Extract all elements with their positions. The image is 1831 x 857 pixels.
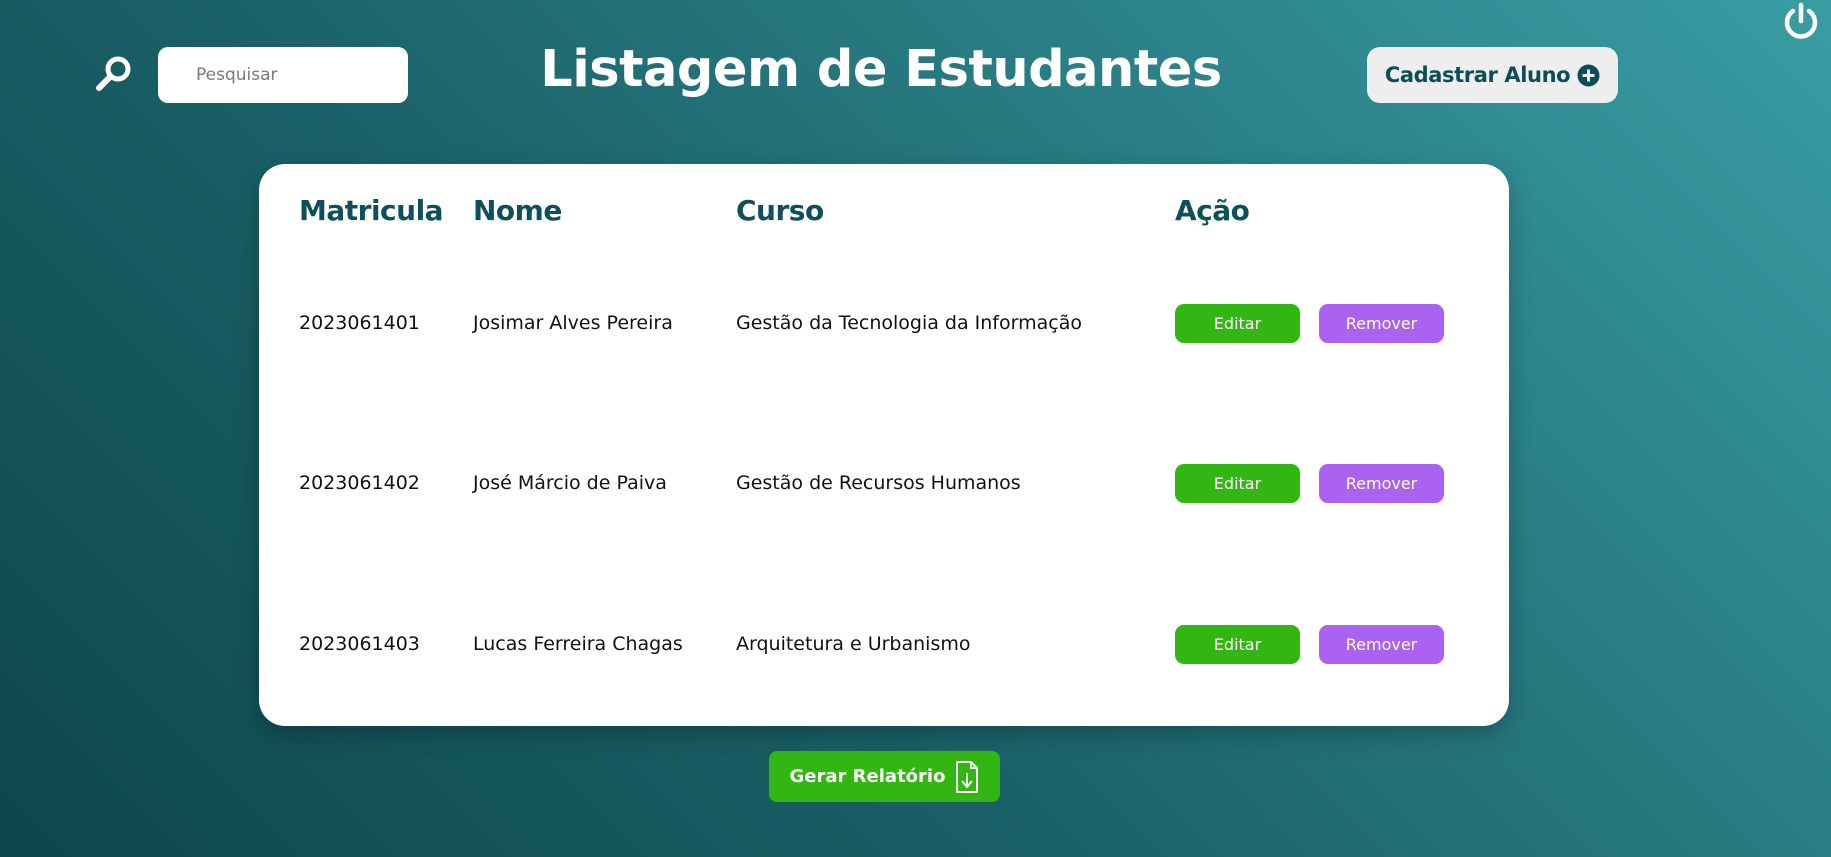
cell-curso: Arquitetura e Urbanismo [736, 633, 971, 655]
cell-matricula: 2023061402 [299, 472, 420, 494]
remove-button[interactable]: Remover [1319, 464, 1444, 503]
cell-nome: Lucas Ferreira Chagas [473, 633, 683, 655]
students-table: Matricula Nome Curso Ação 2023061401 Jos… [259, 164, 1509, 726]
plus-circle-icon [1577, 64, 1600, 87]
table-row: 2023061403 Lucas Ferreira Chagas Arquite… [259, 625, 1509, 665]
table-row: 2023061402 José Márcio de Paiva Gestão d… [259, 464, 1509, 504]
generate-report-button[interactable]: Gerar Relatório [769, 751, 1000, 802]
cell-nome: José Márcio de Paiva [473, 472, 667, 494]
remove-button[interactable]: Remover [1319, 304, 1444, 343]
document-download-icon [955, 760, 979, 794]
column-header-curso: Curso [736, 194, 824, 227]
cell-nome: Josimar Alves Pereira [473, 312, 673, 334]
column-header-nome: Nome [473, 194, 562, 227]
cell-curso: Gestão de Recursos Humanos [736, 472, 1021, 494]
add-student-button[interactable]: Cadastrar Aluno [1367, 47, 1618, 103]
generate-report-label: Gerar Relatório [789, 766, 946, 787]
table-row: 2023061401 Josimar Alves Pereira Gestão … [259, 304, 1509, 344]
cell-curso: Gestão da Tecnologia da Informação [736, 312, 1082, 334]
cell-matricula: 2023061403 [299, 633, 420, 655]
edit-button[interactable]: Editar [1175, 625, 1300, 664]
edit-button[interactable]: Editar [1175, 464, 1300, 503]
column-header-matricula: Matricula [299, 194, 444, 227]
power-icon[interactable] [1782, 2, 1820, 42]
add-student-label: Cadastrar Aluno [1384, 63, 1571, 87]
cell-matricula: 2023061401 [299, 312, 420, 334]
remove-button[interactable]: Remover [1319, 625, 1444, 664]
edit-button[interactable]: Editar [1175, 304, 1300, 343]
column-header-acao: Ação [1175, 194, 1250, 227]
